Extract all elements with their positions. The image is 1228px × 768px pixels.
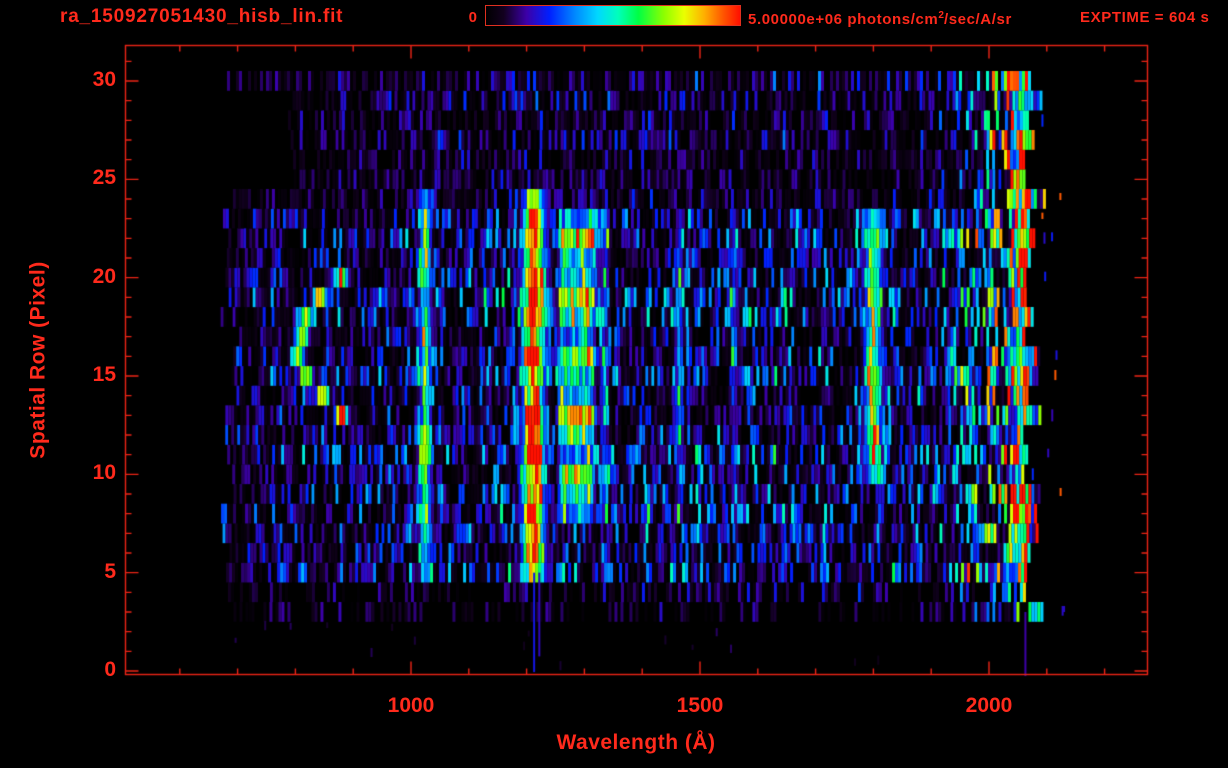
colorbar-max-label: 5.00000e+06 photons/cm2/sec/A/sr <box>748 10 1012 29</box>
colorbar <box>485 5 741 26</box>
x-axis-title: Wavelength (Å) <box>556 731 716 754</box>
y-tick-label: 15 <box>92 362 116 386</box>
y-tick-label: 0 <box>104 658 116 681</box>
colorbar-max-suffix: /sec/A/sr <box>943 11 1012 28</box>
x-tick-label: 2000 <box>965 694 1013 717</box>
spectral-image-viewer: ra_150927051430_hisb_lin.fit 0 5.00000e+… <box>0 0 1228 768</box>
x-tick-label: 1500 <box>676 694 724 717</box>
y-tick-label: 20 <box>92 264 116 288</box>
colorbar-max-prefix: 5.00000e+06 photons/cm <box>748 11 939 28</box>
y-tick-label: 5 <box>104 559 116 583</box>
x-tick-label: 1000 <box>387 694 435 717</box>
file-title: ra_150927051430_hisb_lin.fit <box>60 6 344 27</box>
y-tick-label: 30 <box>92 67 116 91</box>
y-tick-label: 10 <box>92 461 116 485</box>
y-axis-title: Spatial Row (Pixel) <box>26 261 50 459</box>
y-tick-label: 25 <box>92 166 116 190</box>
colorbar-min-label: 0 <box>468 9 477 26</box>
exptime-label: EXPTIME = 604 s <box>1080 9 1210 26</box>
spectrogram-heatmap <box>0 0 1228 768</box>
